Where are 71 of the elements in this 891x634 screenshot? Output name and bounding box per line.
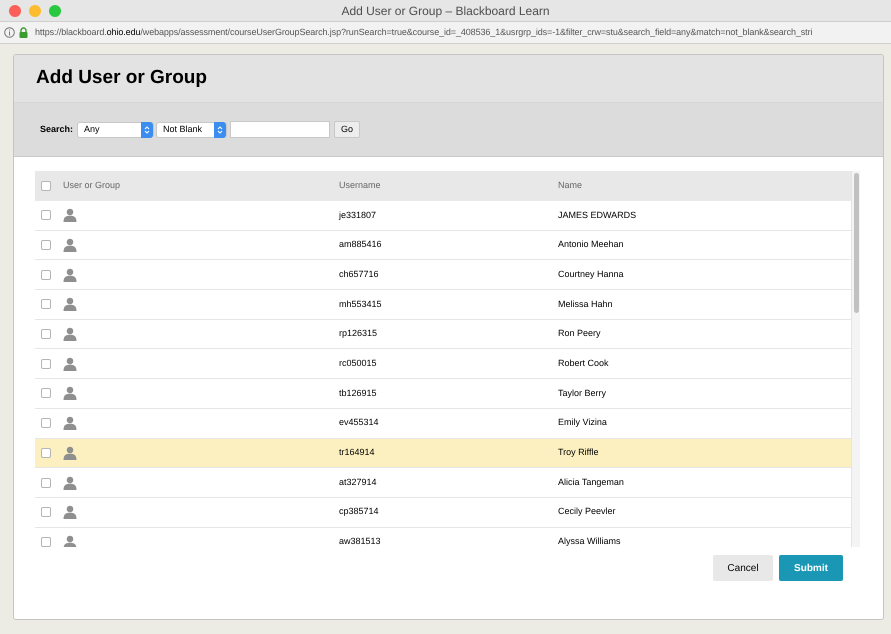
match-select[interactable]: Not Blank [156, 122, 228, 138]
checkbox[interactable] [41, 240, 51, 250]
checkbox[interactable] [41, 270, 51, 280]
checkbox[interactable] [41, 388, 51, 398]
table-cell-text: at327914 [339, 476, 378, 489]
checkbox[interactable] [41, 181, 51, 191]
column-header: Username [339, 179, 382, 192]
table-cell-text: Melissa Hahn [558, 298, 613, 311]
user-icon [63, 208, 77, 222]
scrollbar[interactable] [851, 171, 860, 547]
table-cell-text: tr164914 [339, 446, 376, 460]
table-cell-text: Troy Riffle [558, 446, 599, 460]
window-title: Add User or Group – Blackboard Learn [340, 2, 551, 20]
zoom-window-button[interactable] [49, 4, 61, 16]
checkbox[interactable] [41, 478, 51, 488]
table-cell-text: tb126915 [339, 386, 378, 400]
go-button[interactable]: Go [334, 121, 360, 138]
table-cell-text: Ron Peery [558, 327, 601, 340]
table-row[interactable]: am885416 Antonio Meehan [35, 230, 851, 260]
table-cell-text: rc050015 [339, 357, 378, 370]
checkbox[interactable] [41, 329, 51, 340]
user-icon [63, 386, 77, 400]
checkbox[interactable] [41, 418, 51, 428]
user-icon [63, 297, 77, 312]
table-cell-text: Cecily Peevler [558, 505, 616, 518]
table-cell-text: aw381513 [339, 535, 382, 547]
table-cell-text: Antonio Meehan [558, 238, 624, 252]
field-select[interactable]: Any [77, 122, 154, 138]
table-cell-text: Alicia Tangeman [558, 476, 624, 489]
user-icon [63, 327, 77, 342]
table-cell-text: je331807 [339, 208, 378, 222]
table-cell-text: JAMES EDWARDS [558, 208, 636, 222]
close-window-button[interactable] [9, 4, 21, 16]
user-icon [63, 505, 77, 520]
checkbox[interactable] [41, 507, 51, 518]
user-icon [63, 416, 77, 430]
checkbox[interactable] [41, 210, 51, 220]
column-header: Name [558, 179, 582, 192]
search-field[interactable] [230, 121, 330, 138]
column-header: User or Group [63, 179, 122, 192]
user-icon [63, 238, 77, 252]
table-cell: Alyssa Williams [558, 535, 621, 547]
chevron-icon [144, 124, 150, 134]
table-row[interactable]: tr164914 Troy Riffle [35, 438, 851, 468]
table-cell-text: ch657716 [339, 268, 380, 281]
info-icon[interactable] [4, 27, 15, 38]
table-cell-text: Courtney Hanna [558, 268, 624, 281]
checkbox[interactable] [41, 299, 51, 310]
table-cell-text: am885416 [339, 238, 383, 252]
table-cell-text: mh553415 [339, 298, 383, 311]
search-label: Search: [40, 122, 74, 136]
user-icon [63, 534, 77, 547]
table-cell-text: Emily Vizina [558, 416, 607, 430]
table-cell-text: cp385714 [339, 505, 380, 518]
user-icon [63, 356, 77, 371]
user-icon [63, 476, 77, 490]
user-icon [63, 268, 77, 282]
table-cell-text: ev455314 [339, 416, 380, 430]
minimize-window-button[interactable] [29, 4, 41, 16]
checkbox[interactable] [41, 536, 51, 547]
table-row[interactable]: aw381513 Alyssa Williams [35, 528, 851, 547]
checkbox[interactable] [41, 448, 51, 458]
chevron-icon [217, 124, 224, 134]
lock-icon [19, 27, 28, 38]
dialog-title: Add User or Group [36, 66, 208, 90]
cancel-button[interactable]: Cancel [713, 555, 773, 581]
table-cell-text: rp126315 [339, 327, 378, 340]
table-cell-text: Robert Cook [558, 357, 609, 370]
user-icon [63, 446, 77, 460]
checkbox[interactable] [41, 358, 51, 369]
table-cell-text: Taylor Berry [558, 386, 606, 400]
